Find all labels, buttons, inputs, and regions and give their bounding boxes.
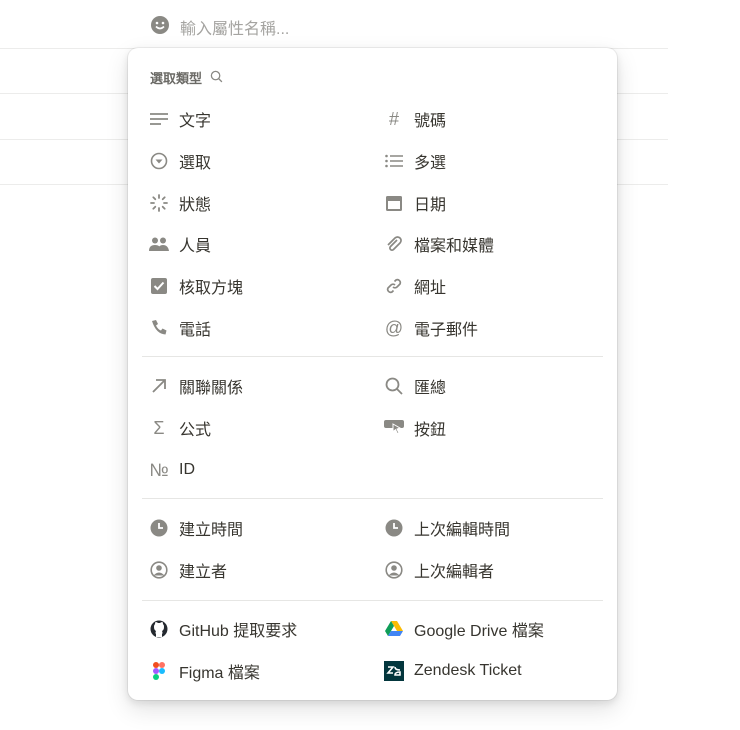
figma-icon [148, 660, 170, 682]
property-type-label: Google Drive 檔案 [414, 623, 544, 640]
property-type-label: 匯總 [414, 380, 447, 397]
property-type-label: 文字 [179, 113, 212, 130]
emoji-icon[interactable] [150, 15, 170, 40]
link-icon [383, 275, 405, 297]
section-divider [142, 498, 603, 499]
select-icon [148, 150, 170, 172]
menu-header-label: 選取類型 [150, 71, 203, 86]
calendar-icon [383, 192, 405, 214]
property-type-22[interactable]: Google Drive 檔案 [383, 612, 544, 646]
property-type-label: 人員 [179, 238, 212, 255]
arrow-up-right-icon [148, 375, 170, 397]
property-name-placeholder[interactable]: 輸入屬性名稱... [180, 15, 289, 39]
property-type-1[interactable]: # 號碼 [383, 102, 446, 136]
property-type-label: 網址 [414, 280, 447, 297]
section-divider [142, 356, 603, 357]
property-type-16[interactable]: № ID [148, 453, 195, 487]
property-type-label: GitHub 提取要求 [179, 623, 298, 640]
property-type-label: 核取方塊 [179, 280, 244, 297]
property-type-label: 狀態 [179, 197, 212, 214]
property-type-17[interactable]: 建立時間 [148, 511, 243, 545]
property-type-label: 電話 [179, 322, 212, 339]
property-type-2[interactable]: 選取 [148, 144, 211, 178]
property-type-label: 檔案和媒體 [414, 238, 495, 255]
property-type-10[interactable]: 電話 [148, 311, 211, 345]
property-type-19[interactable]: 建立者 [148, 553, 227, 587]
property-type-label: 日期 [414, 197, 447, 214]
property-type-20[interactable]: 上次編輯者 [383, 553, 494, 587]
user-circle-icon [148, 559, 170, 581]
menu-header: 選取類型 [150, 68, 223, 87]
clock-icon [383, 517, 405, 539]
people-icon [148, 233, 170, 255]
sigma-icon: Σ [153, 417, 165, 438]
property-type-3[interactable]: 多選 [383, 144, 446, 178]
list-icon [383, 150, 405, 172]
numero-icon: № [149, 459, 169, 480]
property-type-label: 選取 [179, 155, 212, 172]
property-type-11[interactable]: @ 電子郵件 [383, 311, 478, 345]
property-name-input[interactable]: 輸入屬性名稱... [150, 14, 289, 40]
property-type-menu: 選取類型 文字 # 號碼選取 多選狀態 日期人員 檔案和媒體核取方塊 網址電話 @ 電子郵件關聯… [128, 48, 617, 700]
paperclip-icon [383, 233, 405, 255]
property-type-13[interactable]: 匯總 [383, 369, 446, 403]
property-type-label: Figma 檔案 [179, 665, 260, 682]
property-type-5[interactable]: 日期 [383, 186, 446, 220]
property-type-label: 上次編輯者 [414, 564, 495, 581]
property-type-label: 按鈕 [414, 422, 447, 439]
property-type-8[interactable]: 核取方塊 [148, 269, 243, 303]
property-type-23[interactable]: Figma 檔案 [148, 654, 260, 688]
property-type-label: 多選 [414, 155, 447, 172]
property-type-6[interactable]: 人員 [148, 227, 211, 261]
property-type-14[interactable]: Σ 公式 [148, 411, 211, 445]
property-type-21[interactable]: GitHub 提取要求 [148, 612, 297, 646]
property-type-4[interactable]: 狀態 [148, 186, 211, 220]
property-type-9[interactable]: 網址 [383, 269, 446, 303]
section-divider [142, 600, 603, 601]
property-type-18[interactable]: 上次編輯時間 [383, 511, 510, 545]
property-type-label: 建立者 [179, 564, 228, 581]
user-circle-icon [383, 559, 405, 581]
phone-icon [148, 317, 170, 339]
property-type-label: 電子郵件 [414, 322, 479, 339]
checkbox-icon [148, 275, 170, 297]
property-type-label: ID [179, 461, 195, 478]
button-cursor-icon [383, 417, 405, 439]
property-type-label: 號碼 [414, 113, 447, 130]
property-type-label: 公式 [179, 422, 212, 439]
property-type-24[interactable]: Zendesk Ticket [383, 654, 522, 688]
property-type-0[interactable]: 文字 [148, 102, 211, 136]
property-type-label: 建立時間 [179, 522, 244, 539]
property-type-12[interactable]: 關聯關係 [148, 369, 243, 403]
property-type-label: 上次編輯時間 [414, 522, 511, 539]
search-icon[interactable] [210, 70, 223, 86]
hash-icon: # [388, 108, 399, 129]
google-drive-icon [383, 618, 405, 640]
at-icon: @ [384, 317, 404, 338]
property-type-7[interactable]: 檔案和媒體 [383, 227, 494, 261]
property-type-label: 關聯關係 [179, 380, 244, 397]
text-lines-icon [148, 108, 170, 130]
property-type-label: Zendesk Ticket [414, 662, 522, 679]
search-icon [383, 375, 405, 397]
status-spinner-icon [148, 192, 170, 214]
github-icon [148, 618, 170, 640]
zendesk-icon [383, 660, 405, 682]
clock-icon [148, 517, 170, 539]
property-type-15[interactable]: 按鈕 [383, 411, 446, 445]
